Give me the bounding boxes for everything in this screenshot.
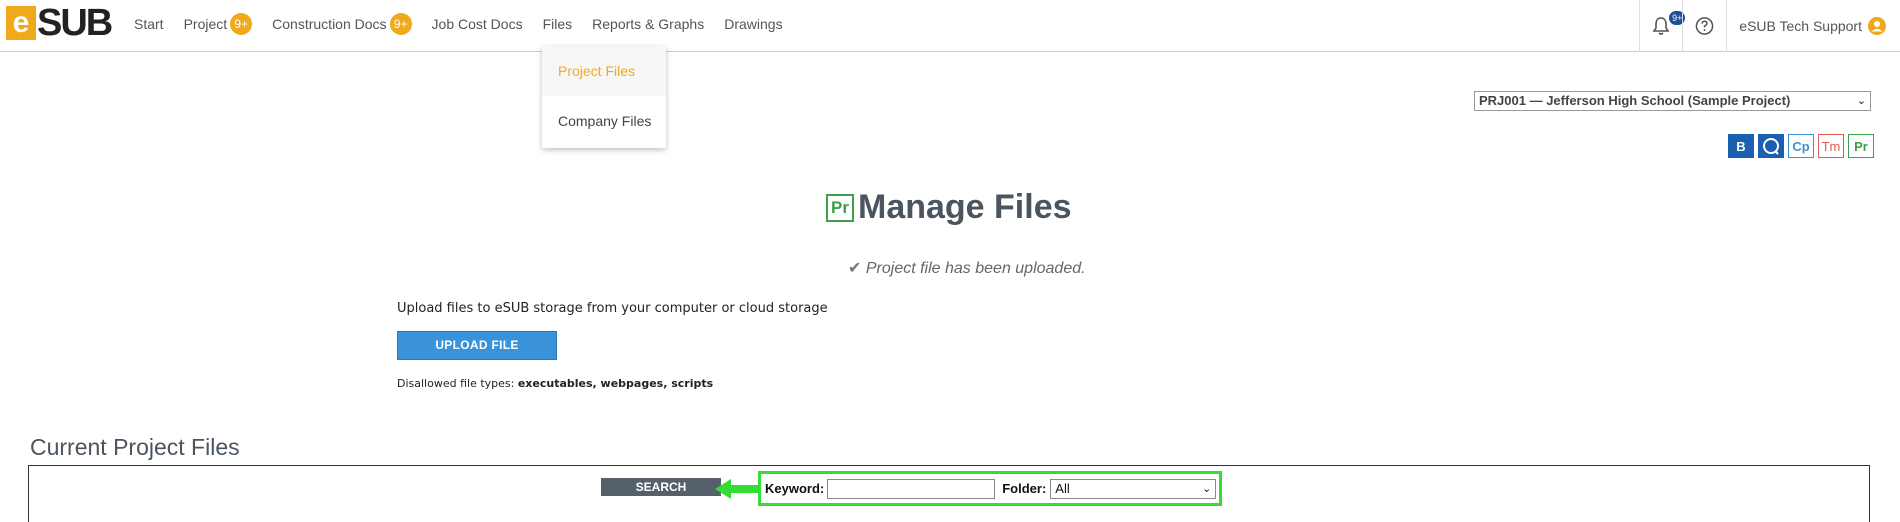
esub-logo[interactable]: e SUB — [6, 2, 113, 44]
chevron-down-icon: ⌄ — [1856, 95, 1866, 107]
nav-drawings[interactable]: Drawings — [724, 16, 782, 32]
nav-construction-docs[interactable]: Construction Docs 9+ — [272, 13, 412, 35]
project-select[interactable]: PRJ001 — Jefferson High School (Sample P… — [1474, 91, 1871, 111]
module-b-label: B — [1736, 138, 1746, 154]
chat-bubble-icon — [1763, 138, 1779, 155]
module-icons: B Cp Tm Pr — [1728, 134, 1878, 158]
upload-file-button[interactable]: UPLOAD FILE — [397, 331, 557, 360]
disallowed-label: Disallowed file types: — [397, 377, 515, 390]
checkmark-icon: ✔ — [848, 260, 862, 277]
menu-item-company-files[interactable]: Company Files — [542, 96, 666, 146]
module-b-icon[interactable]: B — [1728, 134, 1754, 158]
project-count-badge: 9+ — [230, 13, 253, 35]
project-files-icon: Pr — [826, 193, 854, 222]
disallowed-file-types: Disallowed file types: executables, webp… — [397, 377, 713, 390]
nav-reports-graphs[interactable]: Reports & Graphs — [592, 16, 704, 32]
files-dropdown-menu: Project Files Company Files — [542, 46, 666, 148]
user-name: eSUB Tech Support — [1739, 18, 1862, 34]
nav-project-label: Project — [183, 16, 228, 32]
nav-start[interactable]: Start — [134, 16, 164, 32]
chevron-down-icon: ⌄ — [1202, 482, 1212, 495]
keyword-label: Keyword: — [765, 481, 825, 496]
bell-icon — [1652, 17, 1670, 35]
nav-files-label: Files — [542, 16, 573, 32]
help-button[interactable] — [1682, 0, 1726, 52]
project-select-value: PRJ001 — Jefferson High School (Sample P… — [1479, 93, 1791, 108]
header-tools: 9+ eSUB Tech Support — [1639, 0, 1900, 52]
main-nav: Start Project 9+ Construction Docs 9+ Jo… — [134, 0, 803, 48]
nav-reports-graphs-label: Reports & Graphs — [592, 16, 705, 32]
nav-project[interactable]: Project 9+ — [184, 13, 253, 35]
module-q-icon[interactable] — [1758, 134, 1784, 158]
upload-description: Upload files to eSUB storage from your c… — [397, 301, 828, 316]
module-cp-icon[interactable]: Cp — [1788, 134, 1814, 158]
menu-item-project-files[interactable]: Project Files — [542, 46, 666, 96]
module-tm-label: Tm — [1821, 138, 1841, 154]
folder-select-value: All — [1055, 480, 1070, 496]
logo-e-mark: e — [6, 6, 36, 40]
arrow-left-icon — [715, 479, 759, 499]
module-tm-icon[interactable]: Tm — [1818, 134, 1844, 158]
nav-construction-docs-label: Construction Docs — [272, 16, 387, 32]
disallowed-types: executables, webpages, scripts — [517, 377, 714, 390]
page-title: Manage Files — [858, 188, 1072, 226]
success-message-text: Project file has been uploaded. — [865, 260, 1086, 277]
page-title-wrap: Pr Manage Files — [826, 188, 1072, 227]
success-message: ✔ Project file has been uploaded. — [848, 258, 1086, 278]
search-filters: Keyword: Folder: All ⌄ — [758, 471, 1222, 506]
nav-files[interactable]: Files — [543, 16, 573, 32]
nav-job-cost-docs[interactable]: Job Cost Docs — [432, 16, 523, 32]
top-navbar: e SUB Start Project 9+ Construction Docs… — [0, 0, 1900, 52]
nav-job-cost-docs-label: Job Cost Docs — [431, 16, 523, 32]
nav-start-label: Start — [134, 16, 164, 32]
module-pr-label: Pr — [1854, 138, 1868, 154]
module-cp-label: Cp — [1792, 138, 1810, 154]
construction-docs-count-badge: 9+ — [389, 13, 412, 35]
keyword-input[interactable] — [827, 478, 996, 499]
module-pr-icon[interactable]: Pr — [1848, 134, 1874, 158]
user-avatar-icon — [1868, 17, 1886, 35]
nav-drawings-label: Drawings — [724, 16, 783, 32]
help-icon — [1695, 17, 1714, 35]
user-menu[interactable]: eSUB Tech Support — [1726, 0, 1900, 52]
folder-label: Folder: — [1002, 481, 1047, 496]
section-title: Current Project Files — [30, 434, 240, 460]
notifications-button[interactable]: 9+ — [1639, 0, 1686, 52]
folder-select[interactable]: All ⌄ — [1050, 478, 1217, 499]
logo-wordmark: SUB — [37, 2, 113, 44]
search-button[interactable]: SEARCH — [601, 478, 721, 496]
